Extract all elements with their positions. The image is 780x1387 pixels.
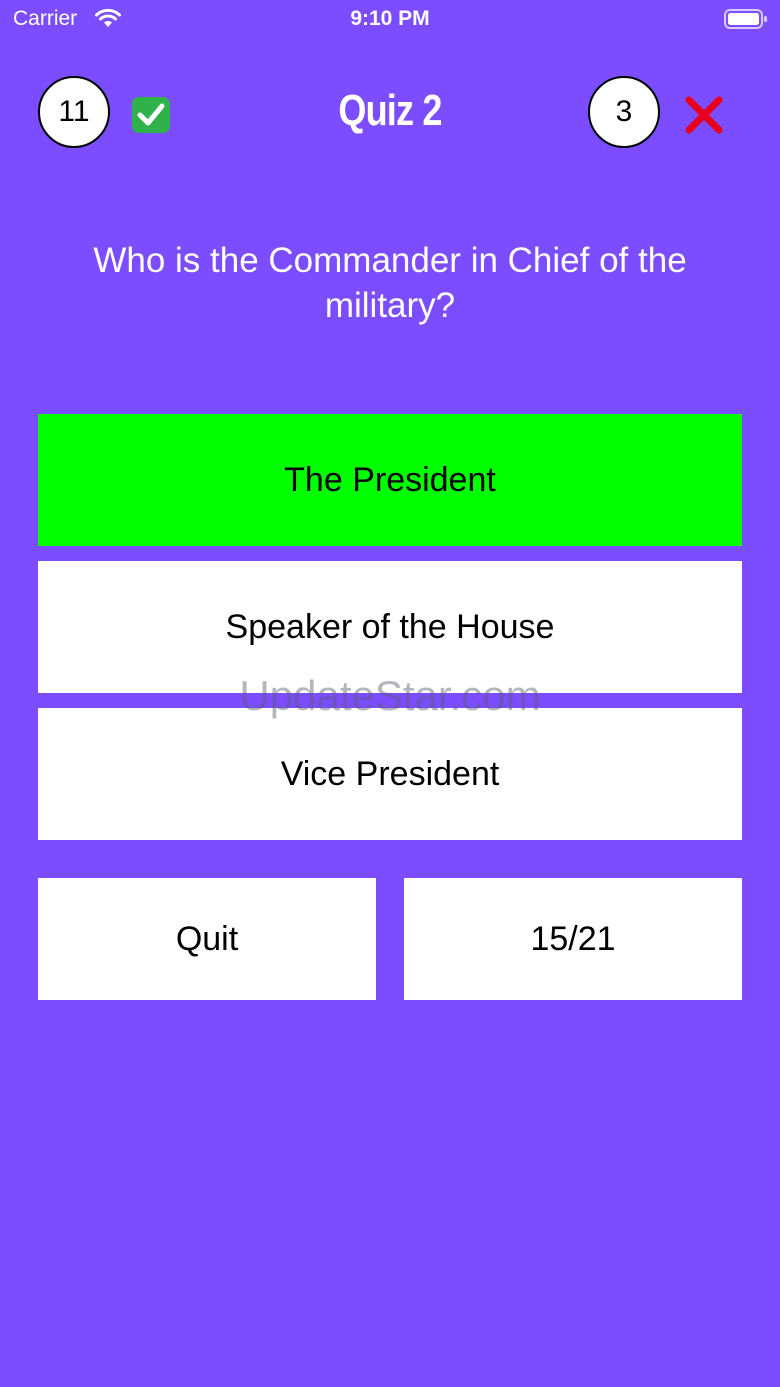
- question-progress: 15/21: [404, 878, 742, 1000]
- cross-mark-icon: [685, 96, 723, 134]
- status-bar: Carrier 9:10 PM: [0, 0, 780, 40]
- answer-button-the-president[interactable]: The President: [38, 414, 742, 546]
- status-time: 9:10 PM: [350, 7, 430, 30]
- question-text: Who is the Commander in Chief of the mil…: [93, 241, 687, 325]
- answer-button-vice-president[interactable]: Vice President: [38, 708, 742, 840]
- battery-icon: [724, 9, 767, 29]
- wrong-count-badge: 3: [588, 76, 660, 148]
- quit-button[interactable]: Quit: [38, 878, 376, 1000]
- answer-button-speaker-of-the-house[interactable]: Speaker of the House: [38, 561, 742, 693]
